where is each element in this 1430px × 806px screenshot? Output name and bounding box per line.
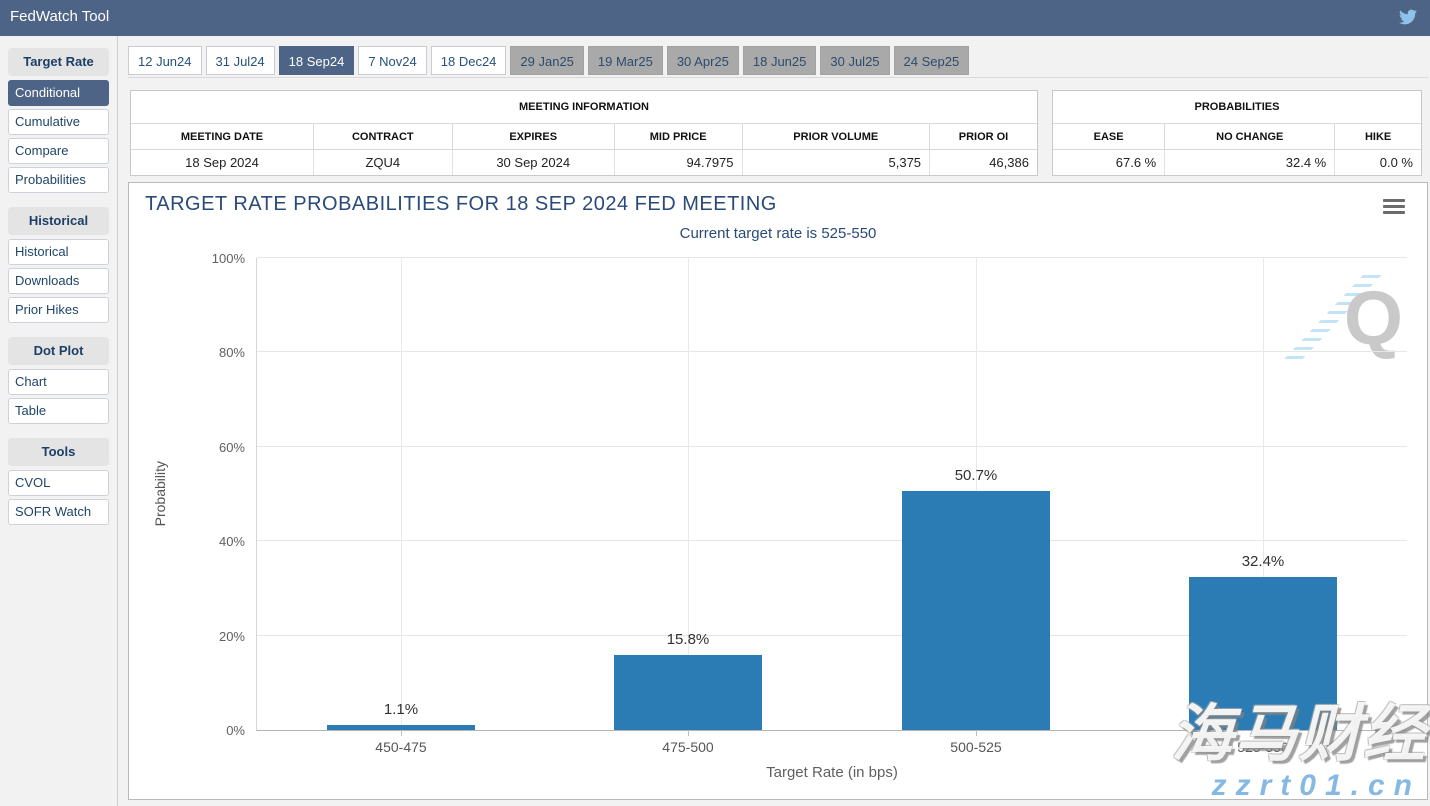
tab-30-jul25[interactable]: 30 Jul25 [820, 46, 889, 75]
x-tick [401, 730, 402, 736]
y-tick-label-20: 20% [181, 629, 245, 644]
tab-18-sep24[interactable]: 18 Sep24 [279, 46, 355, 75]
y-tick-label-0: 0% [181, 723, 245, 738]
sidebar-section-target-rate: Target Rate Conditional Cumulative Compare P… [0, 48, 117, 193]
meeting-info-header-mid-price: MID PRICE [615, 124, 743, 150]
meeting-info-value-row: 18 Sep 2024ZQU430 Sep 202494.79755,37546… [131, 150, 1037, 175]
x-tick [1263, 730, 1264, 736]
tab-18-jun25[interactable]: 18 Jun25 [743, 46, 817, 75]
y-tick-label-100: 100% [181, 251, 245, 266]
gridline-y [257, 351, 1407, 352]
sidebar-section-dot-plot: Dot Plot Chart Table [0, 337, 117, 424]
sidebar-item-prior-hikes[interactable]: Prior Hikes [8, 297, 109, 323]
meeting-info-header-meeting-date: MEETING DATE [131, 124, 314, 150]
tab-19-mar25[interactable]: 19 Mar25 [588, 46, 663, 75]
fedwatch-app: FedWatch Tool Target Rate Conditional Cumu… [0, 0, 1430, 806]
sidebar-item-sofr-watch[interactable]: SOFR Watch [8, 499, 109, 525]
bar-450-475[interactable] [327, 725, 475, 730]
sidebar-header-dot-plot: Dot Plot [8, 337, 109, 365]
gridline-x [401, 258, 402, 730]
tab-18-dec24[interactable]: 18 Dec24 [431, 46, 507, 75]
probabilities-value-ease: 67.6 % [1053, 150, 1165, 175]
x-tick-label-500-525: 500-525 [906, 739, 1046, 755]
sidebar-section-tools: Tools CVOL SOFR Watch [0, 438, 117, 525]
app-title: FedWatch Tool [10, 8, 109, 25]
meeting-info-header-prior-volume: PRIOR VOLUME [743, 124, 931, 150]
bar-500-525[interactable] [902, 491, 1050, 730]
probabilities-value-no-change: 32.4 % [1165, 150, 1335, 175]
twitter-icon[interactable] [1398, 8, 1418, 26]
chart-subtitle: Current target rate is 525-550 [129, 225, 1427, 242]
gridline-y [257, 540, 1407, 541]
sidebar-item-table[interactable]: Table [8, 398, 109, 424]
tab-30-apr25[interactable]: 30 Apr25 [667, 46, 739, 75]
probabilities-table: PROBABILITIESEASENO CHANGEHIKE67.6 %32.4… [1052, 90, 1422, 176]
probabilities-header-hike: HIKE [1335, 124, 1421, 150]
tab-31-jul24[interactable]: 31 Jul24 [206, 46, 275, 75]
meeting-info-value-prior-volume: 5,375 [743, 150, 931, 175]
y-tick-label-80: 80% [181, 345, 245, 360]
meeting-info-value-expires: 30 Sep 2024 [453, 150, 615, 175]
probabilities-header-row: EASENO CHANGEHIKE [1053, 124, 1421, 150]
meeting-info-header-row: MEETING DATECONTRACTEXPIRESMID PRICEPRIO… [131, 124, 1037, 150]
sidebar-item-compare[interactable]: Compare [8, 138, 109, 164]
plot-area: Probability Target Rate (in bps) 0%20%40… [256, 258, 1407, 731]
sidebar-header-target-rate: Target Rate [8, 48, 109, 76]
chart-title: TARGET RATE PROBABILITIES FOR 18 SEP 202… [145, 193, 777, 216]
data-label-525-550: 32.4% [1203, 553, 1323, 570]
probabilities-title: PROBABILITIES [1053, 91, 1421, 124]
y-tick-label-60: 60% [181, 440, 245, 455]
x-axis-title: Target Rate (in bps) [257, 764, 1407, 781]
meeting-info-header-expires: EXPIRES [453, 124, 615, 150]
data-label-450-475: 1.1% [341, 701, 461, 718]
sidebar-item-probabilities[interactable]: Probabilities [8, 167, 109, 193]
sidebar-item-conditional[interactable]: Conditional [8, 80, 109, 106]
gridline-y [257, 446, 1407, 447]
meeting-info-value-mid-price: 94.7975 [615, 150, 743, 175]
sidebar: Target Rate Conditional Cumulative Compare P… [0, 36, 118, 806]
meeting-info-value-contract: ZQU4 [314, 150, 453, 175]
y-axis-title: Probability [145, 258, 175, 730]
sidebar-item-historical[interactable]: Historical [8, 239, 109, 265]
sidebar-item-downloads[interactable]: Downloads [8, 268, 109, 294]
data-label-475-500: 15.8% [628, 631, 748, 648]
tab-24-sep25[interactable]: 24 Sep25 [894, 46, 970, 75]
main-content: 12 Jun2431 Jul2418 Sep247 Nov2418 Dec242… [128, 36, 1428, 806]
y-tick-label-40: 40% [181, 534, 245, 549]
sidebar-item-chart[interactable]: Chart [8, 369, 109, 395]
tab-7-nov24[interactable]: 7 Nov24 [358, 46, 426, 75]
meeting-info-title: MEETING INFORMATION [131, 91, 1037, 124]
x-tick [688, 730, 689, 736]
bar-475-500[interactable] [614, 655, 762, 730]
x-tick-label-450-475: 450-475 [331, 739, 471, 755]
tab-29-jan25[interactable]: 29 Jan25 [510, 46, 584, 75]
meeting-date-tabs: 12 Jun2431 Jul2418 Sep247 Nov2418 Dec242… [128, 46, 1428, 78]
sidebar-header-historical: Historical [8, 207, 109, 235]
top-bar: FedWatch Tool [0, 0, 1430, 36]
gridline-y [257, 257, 1407, 258]
sidebar-item-cumulative[interactable]: Cumulative [8, 109, 109, 135]
tab-12-jun24[interactable]: 12 Jun24 [128, 46, 202, 75]
probabilities-value-row: 67.6 %32.4 %0.0 % [1053, 150, 1421, 175]
x-tick-label-475-500: 475-500 [618, 739, 758, 755]
x-tick-label-525-550: 525-550 [1193, 739, 1333, 755]
sidebar-section-historical: Historical Historical Downloads Prior Hikes [0, 207, 117, 323]
probabilities-value-hike: 0.0 % [1335, 150, 1421, 175]
x-tick [976, 730, 977, 736]
meeting-info-value-meeting-date: 18 Sep 2024 [131, 150, 314, 175]
data-label-500-525: 50.7% [916, 467, 1036, 484]
bar-525-550[interactable] [1189, 577, 1337, 730]
meeting-info-value-prior-oi: 46,386 [930, 150, 1037, 175]
chart-menu-icon[interactable] [1383, 199, 1405, 217]
sidebar-header-tools: Tools [8, 438, 109, 466]
meeting-info-header-prior-oi: PRIOR OI [930, 124, 1037, 150]
meeting-info-header-contract: CONTRACT [314, 124, 453, 150]
chart-panel: TARGET RATE PROBABILITIES FOR 18 SEP 202… [128, 182, 1428, 800]
probabilities-header-ease: EASE [1053, 124, 1165, 150]
meeting-information-table: MEETING INFORMATIONMEETING DATECONTRACTE… [130, 90, 1038, 176]
probabilities-header-no-change: NO CHANGE [1165, 124, 1335, 150]
sidebar-item-cvol[interactable]: CVOL [8, 470, 109, 496]
